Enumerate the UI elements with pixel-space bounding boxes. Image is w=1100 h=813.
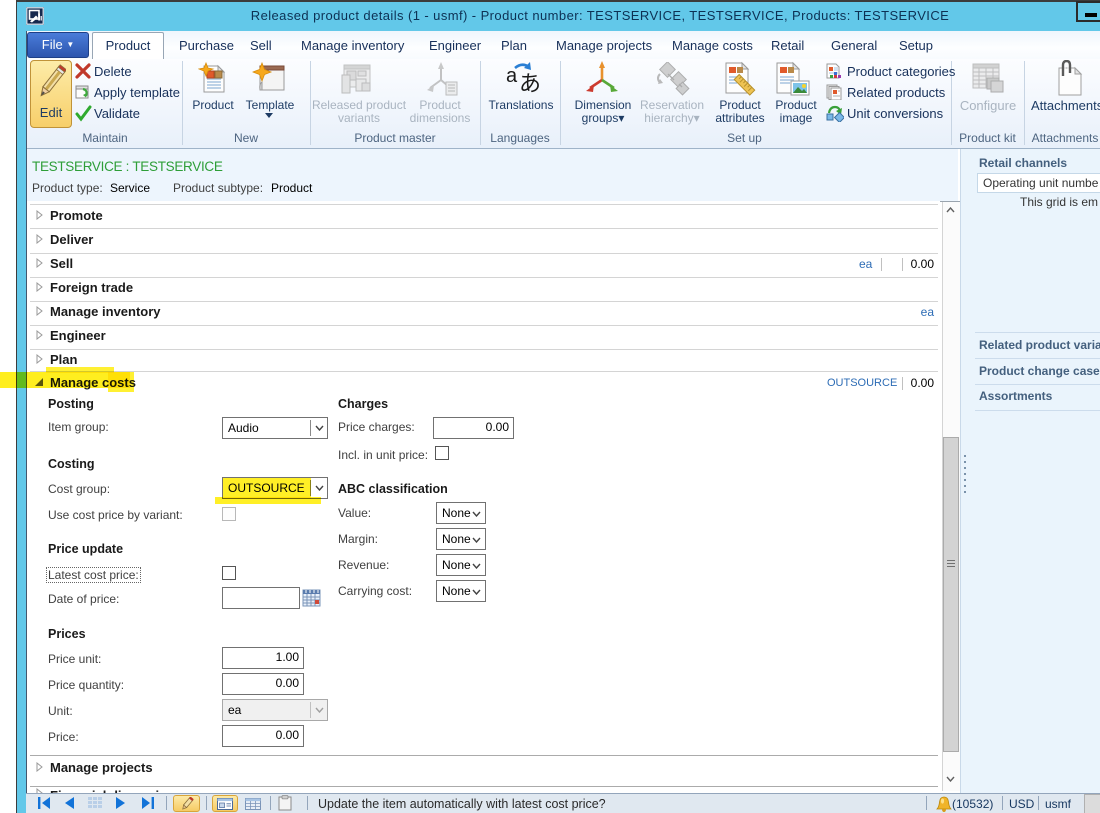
svg-text:あ: あ bbox=[519, 71, 541, 95]
